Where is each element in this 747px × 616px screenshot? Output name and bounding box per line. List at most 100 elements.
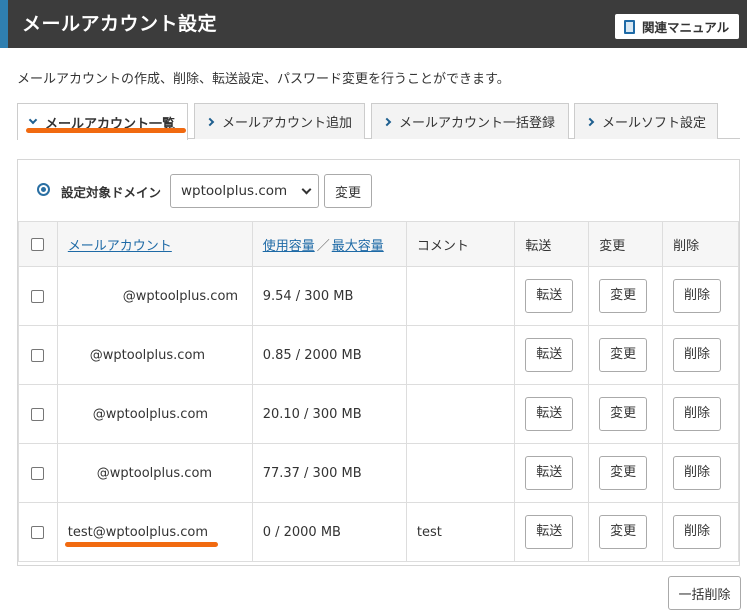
row-checkbox[interactable] [31,289,45,303]
forward-cell: 転送 [514,502,590,562]
row-checkbox[interactable] [31,525,45,539]
tab-account-list[interactable]: メールアカウント一覧 [17,103,188,140]
chevron-down-icon [301,184,312,195]
change-cell: 変更 [588,502,664,562]
related-manual-label: 関連マニュアル [642,20,730,35]
usage-cell: 0.85 / 2000 MB [251,325,407,385]
comment-cell [405,443,516,503]
domain-radio[interactable] [37,183,50,196]
header-accent-bar [0,0,8,48]
row-checkbox[interactable] [31,407,45,421]
header-account: メールアカウント [56,221,253,267]
sort-usage-link[interactable]: 使用容量 [263,239,315,254]
email-cell: @wptoolplus.com [56,384,253,444]
domain-select-value: wptoolplus.com [181,183,288,199]
select-all-cell [18,221,58,267]
comment-cell: test [405,502,516,562]
forward-cell: 転送 [514,266,590,326]
tab-label: メールアカウント追加 [222,116,353,131]
forward-cell: 転送 [514,384,590,444]
email-address: @wptoolplus.com [92,406,209,422]
comment-cell [405,266,516,326]
tab-mail-software-settings[interactable]: メールソフト設定 [574,103,718,139]
header-change: 変更 [588,221,664,267]
delete-cell: 削除 [662,384,739,444]
change-button[interactable]: 変更 [599,338,648,372]
change-button[interactable]: 変更 [599,397,648,431]
row-select-cell [18,266,58,326]
chevron-right-icon [382,117,392,126]
forward-cell: 転送 [514,443,590,503]
header-comment: コメント [405,221,516,267]
tab-account-bulk-register[interactable]: メールアカウント一括登録 [371,103,569,139]
table-row: test@wptoolplus.com 0 / 2000 MB test 転送 … [18,502,739,562]
header-forward: 転送 [514,221,590,267]
account-list-panel: 設定対象ドメイン wptoolplus.com 変更 メールアカウント 使用容量… [17,159,740,566]
change-cell: 変更 [588,443,664,503]
row-select-cell [18,502,58,562]
domain-label: 設定対象ドメイン [61,185,162,200]
email-address: @wptoolplus.com [89,347,206,363]
bulk-delete-button[interactable]: 一括削除 [668,576,741,610]
email-cell: @wptoolplus.com [56,266,253,326]
tab-label: メールアカウント一括登録 [399,116,556,131]
row-select-cell [18,384,58,444]
change-cell: 変更 [588,325,664,385]
delete-button[interactable]: 削除 [673,279,722,313]
row-checkbox[interactable] [31,348,45,362]
usage-cell: 0 / 2000 MB [251,502,407,562]
chevron-down-icon [28,115,38,125]
delete-button[interactable]: 削除 [673,338,722,372]
page-title: メールアカウント設定 [22,13,218,35]
related-manual-button[interactable]: 関連マニュアル [615,14,739,39]
account-table: メールアカウント 使用容量／最大容量 コメント 転送 変更 削除 @wptool… [18,221,739,562]
delete-cell: 削除 [662,325,739,385]
delete-button[interactable]: 削除 [673,456,722,490]
change-button[interactable]: 変更 [599,456,648,490]
sort-account-link[interactable]: メールアカウント [68,239,172,254]
usage-cell: 77.37 / 300 MB [251,443,407,503]
forward-button[interactable]: 転送 [525,397,574,431]
change-button[interactable]: 変更 [599,279,648,313]
comment-cell [405,325,516,385]
select-all-checkbox[interactable] [31,237,45,251]
page-description: メールアカウントの作成、削除、転送設定、パスワード変更を行うことができます。 [17,72,510,87]
table-row: @wptoolplus.com 9.54 / 300 MB 転送 変更 削除 [18,266,739,326]
delete-button[interactable]: 削除 [673,397,722,431]
tab-bar: メールアカウント一覧 メールアカウント追加 メールアカウント一括登録 メールソフ… [17,103,740,140]
row-select-cell [18,325,58,385]
active-tab-highlight [26,128,186,133]
tab-account-add[interactable]: メールアカウント追加 [194,103,365,139]
sort-max-link[interactable]: 最大容量 [332,239,384,254]
table-row: @wptoolplus.com 77.37 / 300 MB 転送 変更 削除 [18,443,739,503]
row-checkbox[interactable] [31,466,45,480]
header-separator: ／ [316,238,330,254]
email-cell: test@wptoolplus.com [56,502,253,562]
forward-button[interactable]: 転送 [525,279,574,313]
email-highlight [65,542,218,547]
table-row: @wptoolplus.com 20.10 / 300 MB 転送 変更 削除 [18,384,739,444]
email-address: @wptoolplus.com [122,288,239,304]
usage-cell: 9.54 / 300 MB [251,266,407,326]
delete-cell: 削除 [662,502,739,562]
email-address: @wptoolplus.com [96,465,213,481]
change-cell: 変更 [588,384,664,444]
email-cell: @wptoolplus.com [56,443,253,503]
table-row: @wptoolplus.com 0.85 / 2000 MB 転送 変更 削除 [18,325,739,385]
change-domain-button[interactable]: 変更 [324,174,372,208]
table-header-row: メールアカウント 使用容量／最大容量 コメント 転送 変更 削除 [18,221,739,267]
domain-select[interactable]: wptoolplus.com [170,174,319,208]
chevron-right-icon [585,117,595,126]
comment-cell [405,384,516,444]
header-delete: 削除 [662,221,739,267]
forward-cell: 転送 [514,325,590,385]
forward-button[interactable]: 転送 [525,338,574,372]
email-address: test@wptoolplus.com [67,524,209,540]
row-select-cell [18,443,58,503]
domain-selector-row: 設定対象ドメイン wptoolplus.com 変更 [18,160,739,222]
change-button[interactable]: 変更 [599,515,648,549]
usage-cell: 20.10 / 300 MB [251,384,407,444]
delete-button[interactable]: 削除 [673,515,722,549]
forward-button[interactable]: 転送 [525,515,574,549]
forward-button[interactable]: 転送 [525,456,574,490]
